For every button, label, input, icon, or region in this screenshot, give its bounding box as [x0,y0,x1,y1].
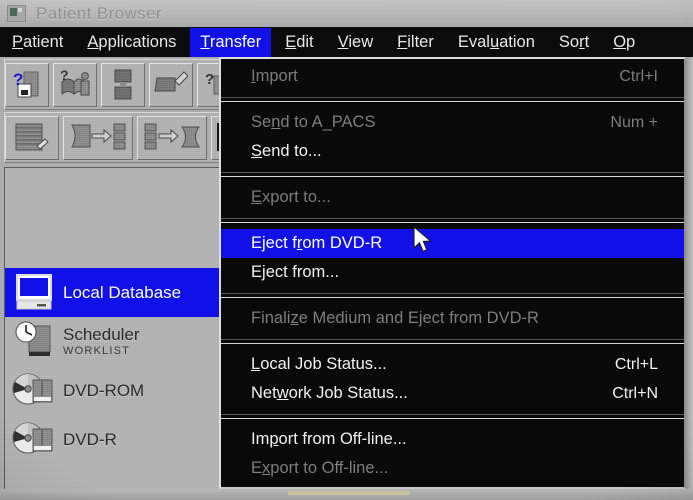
menu-shortcut-import: Ctrl+I [619,67,658,85]
sidebar-item-dvd-rom[interactable]: DVD-ROM [5,366,227,415]
menu-group-2: Send to A_PACS Num + Send to... [221,105,684,169]
menubar-item-filter[interactable]: Filter [387,28,444,57]
menu-separator [221,218,684,223]
send-to-icon[interactable] [63,115,133,160]
menu-separator [221,293,684,298]
menu-separator [221,172,684,177]
patient-registration-icon[interactable]: ? [5,62,49,107]
menu-item-export-to[interactable]: Export to... [221,183,684,212]
documents-icon[interactable] [5,115,59,160]
svg-text:?: ? [205,71,214,88]
clock-book-icon [11,320,57,364]
menu-item-network-job-status[interactable]: Network Job Status... Ctrl+N [221,379,684,408]
menubar-item-options[interactable]: Op [603,28,645,57]
menu-item-send-to-a-pacs[interactable]: Send to A_PACS Num + [221,108,684,137]
sidebar-sublabel-scheduler: WORKLIST [63,345,131,357]
menu-bar: PPatientatient Applications Transfer Edi… [0,27,693,58]
exam-edit-icon[interactable] [149,62,193,107]
svg-text:?: ? [13,70,23,89]
toolbar-row-1: ? ? ? [4,59,229,110]
menu-separator [221,339,684,344]
menu-item-export-to-offline[interactable]: Export to Off-line... [221,454,684,483]
menu-group-4: Eject from DVD-R Eject from... [221,226,684,290]
receive-from-icon[interactable] [137,115,207,160]
menu-shortcut-local-job-status: Ctrl+L [614,355,658,373]
menu-separator [221,414,684,419]
menubar-item-view[interactable]: View [328,28,383,57]
sidebar-item-scheduler[interactable]: Scheduler WORKLIST [5,317,227,366]
disc-drive-icon [11,369,57,413]
window-title: Patient Browser [36,3,162,23]
sidebar-label-dvd-rom: DVD-ROM [63,381,145,400]
patient-edit-icon[interactable]: ? [53,62,97,107]
title-bar: Patient Browser [0,0,693,27]
patient-browser-window: Patient Browser PPatientatient Applicati… [0,0,693,500]
window-icon [7,5,26,22]
menu-shortcut-network-job-status: Ctrl+N [612,384,658,402]
bottom-tab-marker [288,491,410,495]
menu-item-local-job-status[interactable]: Local Job Status... Ctrl+L [221,350,684,379]
menubar-item-evaluation[interactable]: Evaluation [448,28,545,57]
right-edge-strip [686,57,693,500]
menu-item-eject-from[interactable]: Eject from... [221,258,684,287]
menu-group-1: Import Ctrl+I [221,59,684,94]
menu-group-3: Export to... [221,180,684,215]
menu-item-finalize-medium-and-eject[interactable]: Finalize Medium and Eject from DVD-R [221,304,684,333]
menubar-item-patient[interactable]: PPatientatient [2,28,73,57]
menu-group-5: Finalize Medium and Eject from DVD-R [221,301,684,336]
sidebar-label-dvd-r: DVD-R [63,430,117,449]
menubar-item-applications[interactable]: Applications [77,28,186,57]
svg-text:?: ? [60,68,69,83]
menubar-item-transfer[interactable]: Transfer [190,27,272,57]
menu-item-import[interactable]: Import Ctrl+I [221,62,684,91]
menubar-item-edit[interactable]: Edit [275,28,323,57]
disc-drive-icon [11,418,57,462]
computer-icon [11,271,57,315]
menu-item-import-from-offline[interactable]: Import from Off-line... [221,425,684,454]
menu-group-6: Local Job Status... Ctrl+L Network Job S… [221,347,684,411]
menubar-item-sort[interactable]: Sort [549,28,599,57]
sidebar-item-local-database[interactable]: Local Database [5,268,227,317]
sidebar-item-dvd-r[interactable]: DVD-R [5,415,227,464]
menu-separator [221,97,684,102]
menu-item-send-to[interactable]: Send to... [221,137,684,166]
sidebar-label-scheduler: Scheduler [63,325,140,344]
toolbar-row-2 [4,112,253,163]
menu-shortcut-send-to-a-pacs: Num + [610,113,658,131]
transfer-dropdown-menu: Import Ctrl+I Send to A_PACS Num + Send … [219,57,686,500]
exam-split-icon[interactable] [101,62,145,107]
sidebar-label-local-database: Local Database [63,283,182,302]
query-icon[interactable]: ? [197,62,221,107]
navigation-tree: Local Database Scheduler WORKLIST DVD-RO… [4,167,228,498]
menu-item-eject-from-dvd-r[interactable]: Eject from DVD-R [221,229,684,258]
